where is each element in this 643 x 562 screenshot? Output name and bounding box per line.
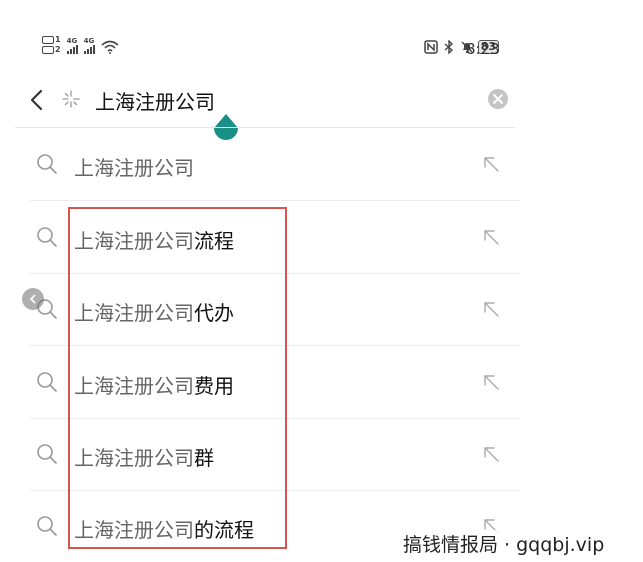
- clear-icon[interactable]: [487, 88, 509, 110]
- sim-number: 2: [55, 45, 61, 54]
- suggestion-prefix: 上海注册公司: [74, 156, 194, 180]
- suggestion-item[interactable]: 上海注册公司: [0, 128, 520, 201]
- network-tag: 4G: [66, 37, 78, 45]
- network-tag: 4G: [83, 37, 95, 45]
- sim-number: 1: [55, 35, 61, 44]
- chevron-left-icon[interactable]: [28, 88, 46, 112]
- sim-card-icon: [42, 36, 54, 44]
- signal-strength-icon: 4G: [66, 37, 78, 54]
- wifi-icon: [101, 40, 119, 54]
- suggestion-text: 上海注册公司: [74, 152, 194, 181]
- sim-2: 2: [42, 46, 61, 54]
- sim-1: 1: [42, 36, 61, 44]
- search-icon: [37, 372, 57, 392]
- watermark: 搞钱情报局 · gqqbj.vip: [401, 530, 607, 557]
- search-bar: 上海注册公司: [0, 80, 643, 130]
- search-icon: [37, 444, 57, 464]
- status-left: 1 2 4G 4G: [42, 36, 119, 54]
- fill-query-arrow-icon[interactable]: [483, 156, 501, 174]
- sim-indicators: 1 2: [42, 36, 61, 54]
- sim-card-icon: [42, 46, 54, 54]
- fill-query-arrow-icon[interactable]: [483, 446, 501, 464]
- signal-strength-icon: 4G: [83, 37, 95, 54]
- spark-icon: [62, 90, 80, 108]
- status-bar: 1 2 4G 4G 83 8:23: [0, 0, 643, 70]
- bluetooth-icon: [444, 40, 453, 54]
- floating-back-button[interactable]: [22, 288, 44, 310]
- fill-query-arrow-icon[interactable]: [483, 301, 501, 319]
- search-icon: [37, 227, 57, 247]
- highlight-annotation-box: [68, 207, 287, 549]
- search-input[interactable]: 上海注册公司: [95, 86, 215, 115]
- chevron-left-icon: [29, 294, 36, 304]
- search-icon: [37, 516, 57, 536]
- nfc-icon: [423, 40, 438, 54]
- clock: 8:23: [466, 40, 500, 58]
- fill-query-arrow-icon[interactable]: [483, 374, 501, 392]
- search-icon: [37, 154, 57, 174]
- fill-query-arrow-icon[interactable]: [483, 229, 501, 247]
